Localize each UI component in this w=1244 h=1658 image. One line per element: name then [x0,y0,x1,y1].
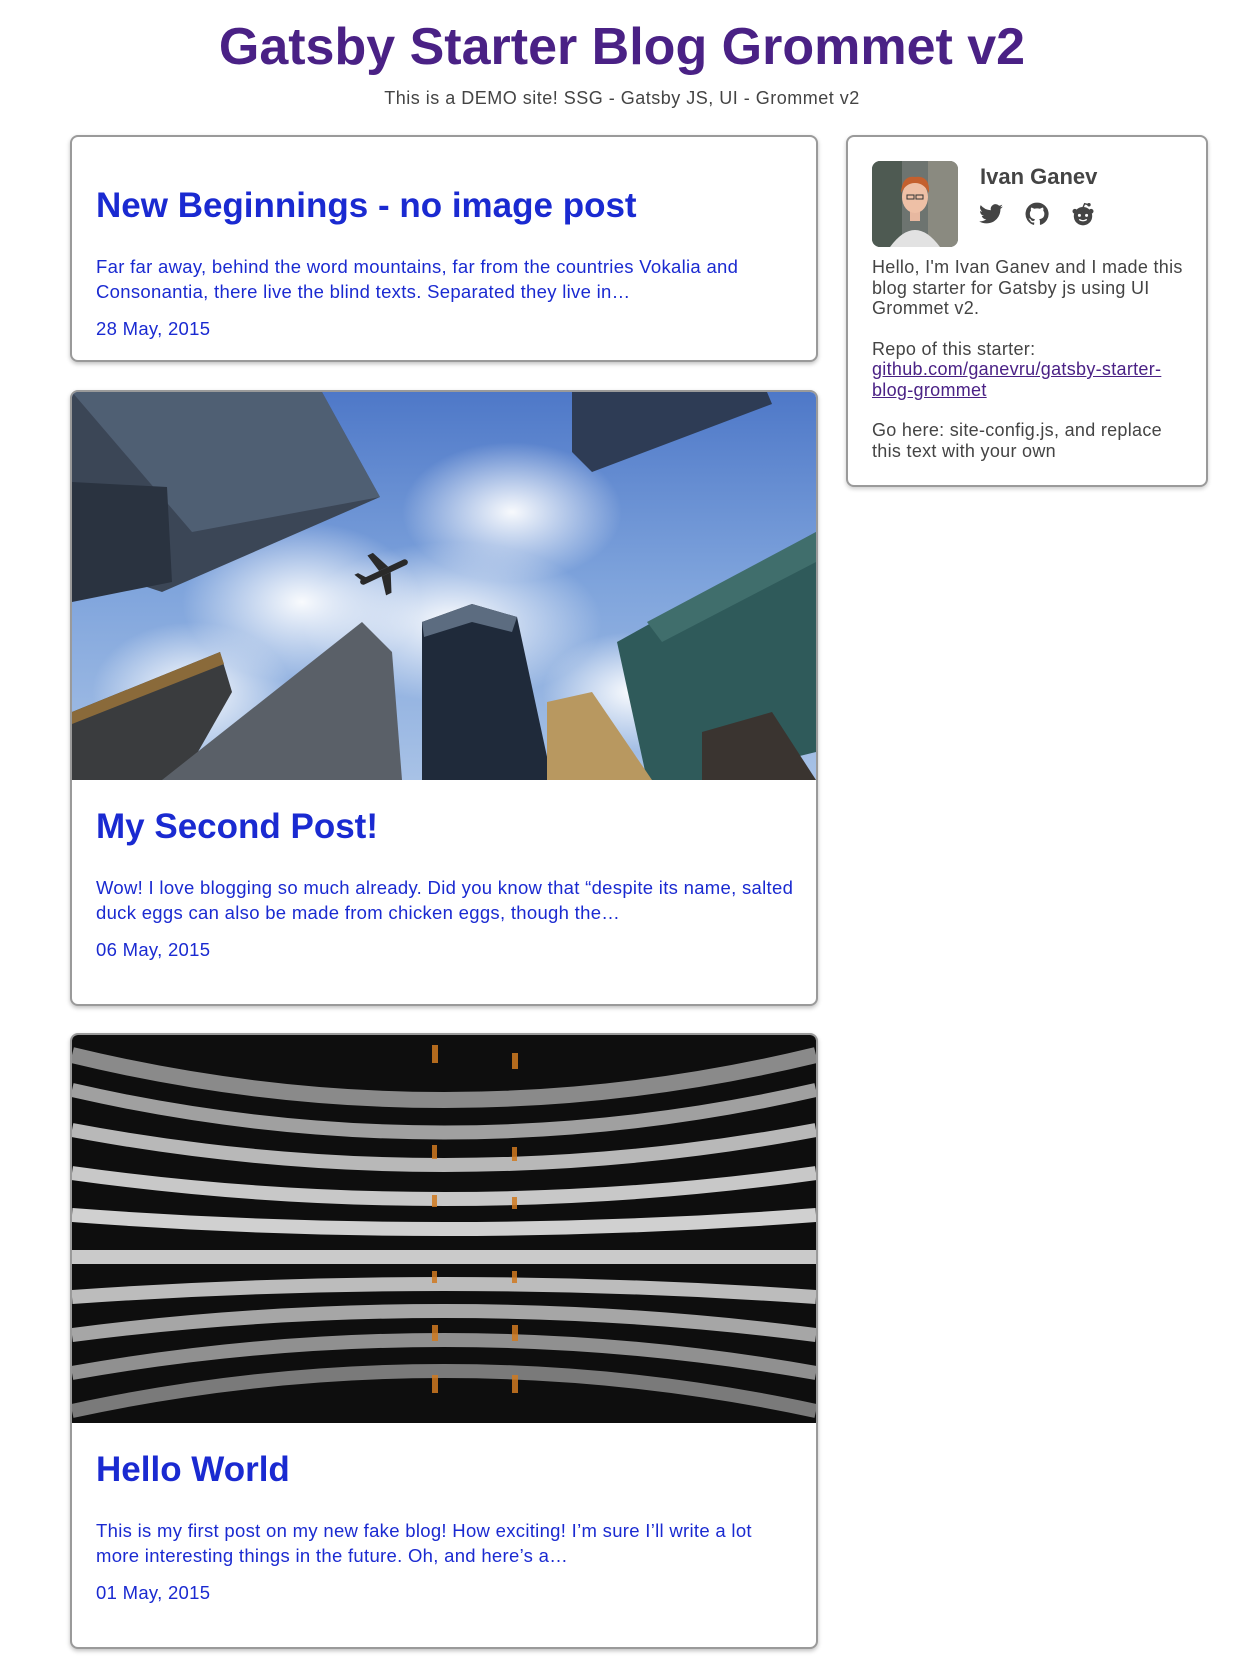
post-date: 01 May, 2015 [96,1582,211,1603]
post-date: 06 May, 2015 [96,939,211,960]
site-subtitle: This is a DEMO site! SSG - Gatsby JS, UI… [384,88,860,108]
site-title[interactable]: Gatsby Starter Blog Grommet v2 [0,14,1244,80]
repo-paragraph: Repo of this starter: github.com/ganevru… [872,339,1192,401]
avatar [872,161,958,247]
bio-intro: Hello, I'm Ivan Ganev and I made this bl… [872,257,1183,318]
post-excerpt: This is my first post on my new fake blo… [96,1520,752,1566]
go-here-text: Go here: site-config.js, and replace thi… [872,420,1162,461]
author-bio: Hello, I'm Ivan Ganev and I made this bl… [872,257,1192,481]
post-excerpt: Far far away, behind the word mountains,… [96,256,739,302]
github-icon[interactable] [1024,201,1050,227]
post-card[interactable]: New Beginnings - no image post Far far a… [70,135,818,362]
twitter-icon[interactable] [978,201,1004,227]
post-title[interactable]: New Beginnings - no image post [96,185,637,227]
post-card[interactable]: My Second Post! Wow! I love blogging so … [70,390,818,1006]
author-name: Ivan Ganev [980,164,1098,189]
post-title[interactable]: My Second Post! [96,806,378,848]
post-date: 28 May, 2015 [96,318,211,339]
repo-link[interactable]: github.com/ganevru/gatsby-starter-blog-g… [872,359,1161,400]
post-card[interactable]: Hello World This is my first post on my … [70,1033,818,1649]
repo-label: Repo of this starter: [872,338,1036,359]
post-excerpt: Wow! I love blogging so much already. Di… [96,877,794,923]
post-image-skyscrapers[interactable] [72,392,816,780]
post-image-curved-building[interactable] [72,1035,816,1423]
post-title[interactable]: Hello World [96,1449,290,1491]
reddit-icon[interactable] [1070,201,1096,227]
author-sidebar: Ivan Ganev Hello, I'm Ivan Ganev and I m… [846,135,1208,487]
